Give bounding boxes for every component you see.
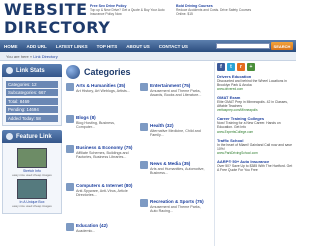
globe-icon (66, 65, 80, 79)
category-subs: Anti-Spyware, Anti-Virus, Article Direct… (76, 188, 128, 197)
stat-categories: Categories: 12 (6, 80, 58, 88)
feature-thumbnail[interactable] (17, 179, 47, 199)
feature-thumbnail[interactable] (17, 148, 47, 168)
top-ads: Free Sex Drive Policy Top up & New Drive… (90, 4, 260, 22)
stat-pending: Pending: 14694 (6, 106, 58, 113)
right-sidebar: f t r + Drivers Education Discounted and… (214, 62, 294, 246)
share-icon[interactable]: + (247, 63, 255, 71)
folder-icon (66, 223, 74, 231)
nav-home[interactable]: HOME (4, 44, 18, 49)
folder-icon (66, 183, 74, 191)
feature-link-box: Feature Link Stretch Info easy nice used… (2, 130, 62, 214)
feature-desc: easy nice used cheap images (12, 173, 52, 177)
sidebar-ad-desc: Over 50? Save Up to $385 With The Hartfo… (217, 163, 293, 172)
sidebar-ad-url[interactable]: veritasprep.com/Minneapolis (217, 108, 294, 112)
categories-header: Categories (66, 64, 212, 80)
sidebar-ad-url[interactable]: www.ExpertsCollege.com (217, 130, 294, 134)
sidebar-ad-desc: Now! Training for a New Career. Hands on… (217, 121, 281, 130)
sidebar-ad-url[interactable]: www.ParkDrivingSchool.com (217, 151, 294, 155)
rss-icon[interactable]: r (237, 63, 245, 71)
feature-icon (6, 133, 13, 140)
stat-subcategories: Subcategories: 667 (6, 89, 58, 96)
nav-add-url[interactable]: ADD URL (27, 44, 47, 49)
category-subs: Blog Hosting, Business, Computer... (76, 120, 115, 129)
search-button[interactable]: SEARCH (271, 42, 293, 50)
category-subs: Arts and Humanities, Automotive, Busines… (150, 166, 205, 175)
sidebar-ad-desc: Elite GMAT Prep in Minneapolis. 42 in Cl… (217, 100, 288, 109)
feature-link-list: Stretch Info easy nice used cheap images… (2, 143, 62, 214)
folder-icon (140, 161, 148, 169)
twitter-icon[interactable]: t (227, 63, 235, 71)
feature-link-header: Feature Link (2, 130, 62, 143)
breadcrumb: You are here » Link Directory (6, 54, 58, 59)
category-name[interactable]: Arts & Humanities (35) (76, 83, 125, 88)
folder-icon (66, 145, 74, 153)
category-name[interactable]: Blogs (8) (76, 115, 96, 120)
sidebar-ad-url[interactable]: www.drivered.com (217, 87, 294, 91)
sidebar-ad-desc: Discounted and behind the Wheel Location… (217, 79, 287, 88)
feature-desc: easy nice used cheap images (12, 204, 52, 208)
category-subs: Amusement and Theme Parks, Awards, Books… (150, 88, 202, 97)
breadcrumb-current[interactable]: Link Directory (33, 54, 57, 59)
sidebar-ad[interactable]: Drivers Education Discounted and behind … (217, 74, 294, 91)
feature-link-title: Feature Link (16, 133, 52, 140)
sidebar-ad[interactable]: Traffic School In the heart of Miami! Ga… (217, 138, 294, 155)
category-name[interactable]: Education (42) (76, 223, 108, 228)
category-name[interactable]: Recreation & Sports (75) (150, 199, 204, 204)
nav-top-hits[interactable]: TOP HITS (97, 44, 118, 49)
top-ad-2[interactable]: Bold Driving Courses Reduce Accidents an… (176, 4, 256, 17)
category-name[interactable]: Computers & Internet (80) (76, 183, 132, 188)
breadcrumb-separator: » (29, 54, 33, 59)
category-subs: Alternative Medicine, Child and Family..… (150, 128, 201, 137)
category-name[interactable]: News & Media (35) (150, 161, 190, 166)
breadcrumb-prefix: You are here (6, 54, 29, 59)
top-ad-text: Top up & New Drive? Get a Quote & Buy Yo… (90, 8, 165, 17)
folder-icon (140, 83, 148, 91)
nav-contact-us[interactable]: CONTACT US (159, 44, 188, 49)
category-name[interactable]: Entertainment (75) (150, 83, 190, 88)
sidebar-ad[interactable]: GMAT Exam Elite GMAT Prep in Minneapolis… (217, 95, 294, 112)
link-stats-list: Categories: 12 Subcategories: 667 Total:… (2, 77, 62, 126)
top-ad-text: Reduce Accidents and Costs. Drive Safety… (176, 8, 252, 17)
link-stats-header: Link Stats (2, 64, 62, 77)
category-subs: Academic... (76, 228, 96, 233)
folder-icon (140, 199, 148, 207)
nav-about-us[interactable]: ABOUT US (126, 44, 150, 49)
sidebar-ad-desc: In the heart of Miami! Gainland Call now… (217, 142, 293, 151)
sidebar-ad[interactable]: AARP® 50+ Auto Insurance Over 50? Save U… (217, 159, 294, 172)
stats-icon (6, 67, 13, 74)
category-subs: Amusement and Theme Parks, Auto Racing..… (150, 204, 201, 213)
category-subs: Affiliate Schemes, Buildings and Factori… (76, 150, 129, 159)
categories-title: Categories (84, 67, 131, 77)
categories-panel: Categories Arts & Humanities (35) Art Hi… (66, 64, 212, 246)
stat-total: Total: 8469 (6, 97, 58, 105)
breadcrumb-bar: You are here » Link Directory (0, 52, 296, 61)
nav-latest-links[interactable]: LATEST LINKS (56, 44, 88, 49)
category-name[interactable]: Health (32) (150, 123, 174, 128)
folder-icon (140, 123, 148, 131)
logo-line2: DIRECTORY (4, 18, 111, 37)
top-ad-1[interactable]: Free Sex Drive Policy Top up & New Drive… (90, 4, 170, 17)
search-input[interactable] (216, 43, 270, 49)
sidebar-ad[interactable]: Career Training Colleges Now! Training f… (217, 116, 294, 133)
facebook-icon[interactable]: f (217, 63, 225, 71)
category-subs: Art History, Art Weblogs, Artists... (76, 88, 130, 93)
folder-icon (66, 115, 74, 123)
category-name[interactable]: Business & Economy (75) (76, 145, 132, 150)
folder-icon (66, 83, 74, 91)
social-icons: f t r + (217, 63, 294, 71)
link-stats-title: Link Stats (16, 67, 45, 74)
left-sidebar: Link Stats Categories: 12 Subcategories:… (2, 64, 62, 244)
stat-added-today: Added Today: 58 (6, 114, 58, 122)
site-header: WEBSITE DIRECTORY Free Sex Drive Policy … (0, 0, 296, 40)
